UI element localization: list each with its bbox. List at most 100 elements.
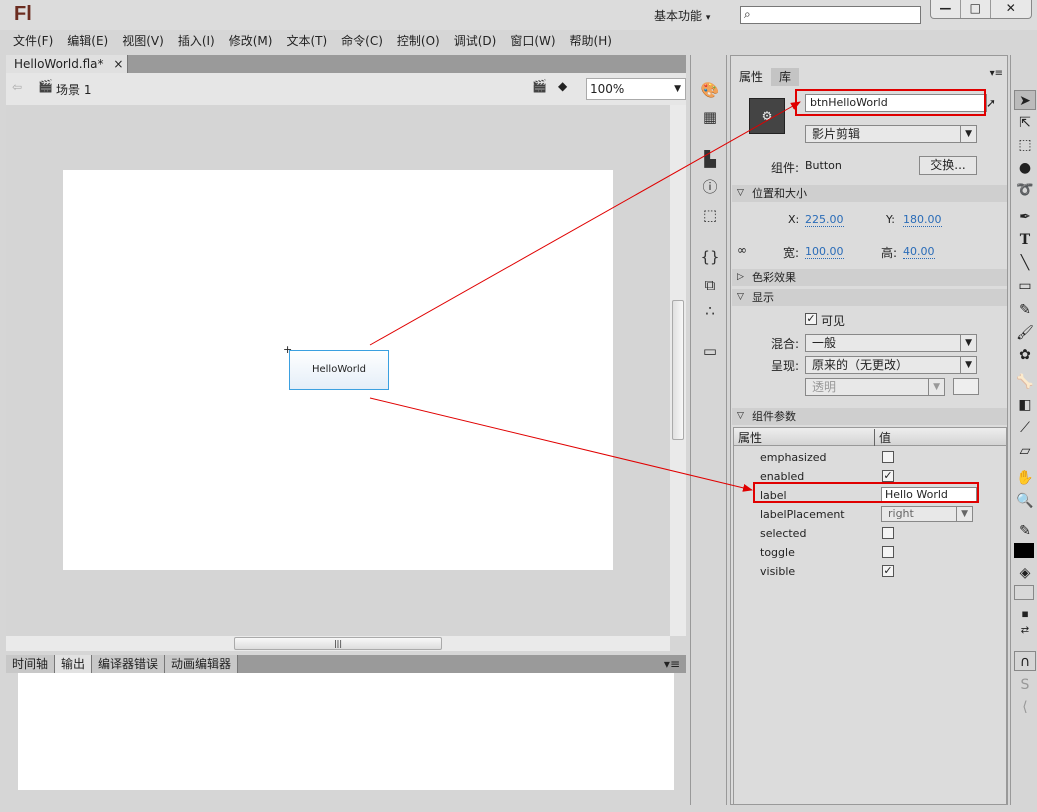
menu-commands[interactable]: 命令(C) — [334, 30, 390, 52]
tab-timeline[interactable]: 时间轴 — [6, 655, 56, 673]
height-label: 高: — [881, 246, 898, 260]
subselection-tool-icon[interactable]: ⇱ — [1014, 113, 1036, 133]
close-icon[interactable]: × — [113, 57, 123, 71]
tab-compiler-errors[interactable]: 编译器错误 — [92, 655, 166, 673]
transform-icon[interactable]: ⬚ — [700, 205, 720, 225]
menu-file[interactable]: 文件(F) — [6, 30, 60, 52]
menu-control[interactable]: 控制(O) — [390, 30, 447, 52]
pen-tool-icon[interactable]: ✒ — [1014, 207, 1036, 227]
menu-view[interactable]: 视图(V) — [115, 30, 171, 52]
column-property: 属性 — [738, 431, 763, 445]
param-name: visible — [760, 565, 796, 578]
scroll-thumb[interactable]: ||| — [234, 637, 442, 650]
tab-properties[interactable]: 属性 — [731, 68, 772, 86]
text-tool-icon[interactable]: T — [1014, 230, 1036, 250]
scroll-thumb[interactable] — [672, 300, 684, 440]
tab-library[interactable]: 库 — [771, 68, 800, 86]
menu-edit[interactable]: 编辑(E) — [60, 30, 115, 52]
stroke-color-swatch[interactable] — [1014, 543, 1034, 558]
smooth-icon[interactable]: S — [1014, 675, 1036, 695]
panel-menu-icon[interactable]: ▾≡ — [990, 68, 1003, 79]
project-icon[interactable]: ▭ — [700, 341, 720, 361]
section-color-effect[interactable]: 色彩效果 — [732, 269, 1007, 286]
y-value[interactable]: 180.00 — [903, 213, 942, 227]
blend-select[interactable]: 一般 — [805, 334, 977, 352]
lasso-tool-icon[interactable]: ➰ — [1014, 180, 1036, 200]
stage[interactable]: HelloWorld + — [63, 170, 613, 570]
section-position-size[interactable]: 位置和大小 — [732, 185, 1007, 202]
close-button[interactable]: ✕ — [991, 0, 1031, 18]
param-checkbox[interactable]: ✓ — [882, 470, 894, 482]
menu-modify[interactable]: 修改(M) — [222, 30, 280, 52]
transparent-select[interactable]: 透明 — [805, 378, 945, 396]
menu-window[interactable]: 窗口(W) — [503, 30, 562, 52]
param-checkbox[interactable] — [882, 527, 894, 539]
fill-color-icon[interactable]: ◈ — [1014, 563, 1036, 583]
param-checkbox[interactable] — [882, 451, 894, 463]
zoom-tool-icon[interactable]: 🔍 — [1014, 491, 1036, 511]
bone-tool-icon[interactable]: 🦴 — [1014, 372, 1036, 392]
code-snippets-icon[interactable]: {} — [700, 247, 720, 267]
param-checkbox[interactable] — [882, 546, 894, 558]
menu-help[interactable]: 帮助(H) — [563, 30, 619, 52]
edit-symbol-icon[interactable]: ➚ — [986, 96, 996, 110]
back-arrow-icon[interactable]: ⇦ — [12, 80, 22, 94]
workspace-switcher[interactable]: 基本功能 ▾ — [654, 7, 710, 24]
eraser-tool-icon[interactable]: ▱ — [1014, 441, 1036, 461]
help-search-input[interactable]: ⌕ — [740, 6, 921, 24]
param-select[interactable]: right — [881, 506, 973, 522]
selection-tool-icon[interactable]: ➤ — [1014, 90, 1036, 110]
swap-button[interactable]: 交换... — [919, 156, 977, 175]
color-palette-icon[interactable]: 🎨 — [700, 80, 720, 100]
brush-tool-icon[interactable]: 🖌 — [1014, 323, 1036, 343]
x-value[interactable]: 225.00 — [805, 213, 844, 227]
section-component-parameters[interactable]: 组件参数 — [732, 408, 1007, 425]
tab-output[interactable]: 输出 — [55, 655, 93, 673]
height-value[interactable]: 40.00 — [903, 245, 935, 259]
vertical-scrollbar[interactable] — [670, 105, 686, 636]
minimize-button[interactable]: — — [931, 0, 961, 18]
param-row-labelPlacement: labelPlacement right — [734, 505, 1006, 524]
tools-panel: ➤ ⇱ ⬚ ● ➰ ✒ T ╲ ▭ ✎ 🖌 ✿ 🦴 ◧ ⟋ ▱ ✋ 🔍 ✎ ◈ … — [1010, 55, 1037, 805]
zoom-select[interactable]: 100% ▼ — [586, 78, 686, 100]
deco-tool-icon[interactable]: ✿ — [1014, 345, 1036, 365]
menu-text[interactable]: 文本(T) — [279, 30, 334, 52]
rectangle-tool-icon[interactable]: ▭ — [1014, 276, 1036, 296]
edit-scene-icon[interactable]: 🎬 — [532, 79, 547, 93]
link-icon[interactable]: ∞ — [737, 243, 747, 257]
tab-motion-editor[interactable]: 动画编辑器 — [165, 655, 239, 673]
menu-insert[interactable]: 插入(I) — [171, 30, 222, 52]
panel-menu-icon[interactable]: ▾≡ — [658, 655, 686, 673]
output-panel[interactable] — [18, 673, 674, 790]
swatches-icon[interactable]: ▦ — [700, 107, 720, 127]
straighten-icon[interactable]: ⟨ — [1014, 697, 1036, 717]
tab-helloworld-fla[interactable]: HelloWorld.fla* × — [6, 55, 128, 73]
hand-tool-icon[interactable]: ✋ — [1014, 468, 1036, 488]
free-transform-tool-icon[interactable]: ⬚ — [1014, 135, 1036, 155]
line-tool-icon[interactable]: ╲ — [1014, 253, 1036, 273]
menu-debug[interactable]: 调试(D) — [447, 30, 504, 52]
motion-presets-icon[interactable]: ∴ — [700, 301, 720, 321]
snap-magnet-icon[interactable]: ∩ — [1014, 651, 1036, 671]
3d-rotation-tool-icon[interactable]: ● — [1014, 158, 1036, 178]
maximize-button[interactable]: □ — [961, 0, 991, 18]
param-checkbox[interactable]: ✓ — [882, 565, 894, 577]
paint-bucket-tool-icon[interactable]: ◧ — [1014, 395, 1036, 415]
width-value[interactable]: 100.00 — [805, 245, 844, 259]
stroke-color-icon[interactable]: ✎ — [1014, 521, 1036, 541]
horizontal-scrollbar[interactable]: ||| — [6, 636, 670, 651]
section-display[interactable]: 显示 — [732, 289, 1007, 306]
components-icon[interactable]: ⧉ — [700, 275, 720, 295]
symbol-type-select[interactable]: 影片剪辑 — [805, 125, 977, 143]
visible-checkbox[interactable]: ✓ — [805, 313, 817, 325]
render-select[interactable]: 原来的（无更改） — [805, 356, 977, 374]
eyedropper-tool-icon[interactable]: ⟋ — [1014, 418, 1036, 438]
swap-colors-icon[interactable]: ⇄ — [1014, 621, 1036, 641]
fill-color-swatch[interactable] — [1014, 585, 1034, 600]
align-icon[interactable]: ▙ — [700, 149, 720, 169]
edit-symbols-icon[interactable]: ◆ — [558, 79, 567, 93]
background-color-swatch[interactable] — [953, 378, 979, 395]
info-icon[interactable]: ⓘ — [700, 177, 720, 197]
button-instance[interactable]: HelloWorld — [289, 350, 389, 390]
pencil-tool-icon[interactable]: ✎ — [1014, 300, 1036, 320]
